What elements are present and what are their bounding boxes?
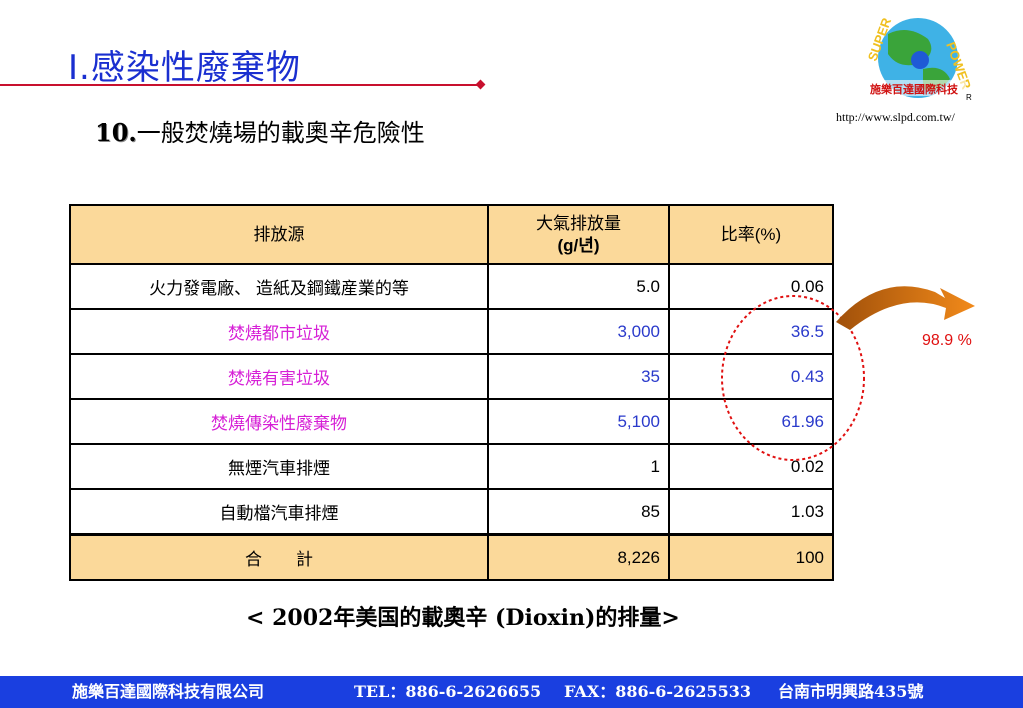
footer-tel: TEL：886-6-2626655	[354, 682, 542, 701]
footer-address: 台南市明興路435號	[778, 682, 924, 701]
footer-company: 施樂百達國際科技有限公司	[72, 682, 265, 701]
curved-arrow-icon	[836, 286, 975, 330]
footer-bar: 施樂百達國際科技有限公司 TEL：886-6-2626655 FAX：886-6…	[0, 676, 1023, 708]
footer-fax: FAX：886-6-2625533	[564, 682, 751, 701]
combined-percentage-label: 98.9 %	[922, 332, 972, 349]
table-caption: < 2002年美国的載奧辛 (Dioxin)的排量>	[246, 605, 680, 631]
